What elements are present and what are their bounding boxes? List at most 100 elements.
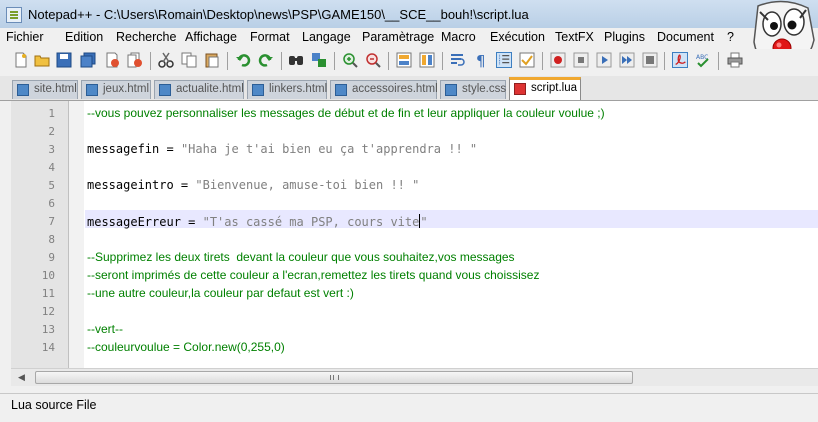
line-number: 2 bbox=[48, 125, 55, 138]
close-all-icon[interactable] bbox=[127, 52, 143, 68]
code-line-messageerreur: messageErreur = "T'as cassé ma PSP, cour… bbox=[87, 214, 428, 229]
save-icon[interactable] bbox=[56, 52, 72, 68]
toolbar-separator bbox=[718, 52, 719, 70]
code-line-messageintro: messageintro = "Bienvenue, amuse-toi bie… bbox=[87, 178, 420, 192]
toolbar-separator bbox=[542, 52, 543, 70]
code-line-comment: --seront imprimés de cette couleur a l'e… bbox=[87, 268, 540, 282]
line-number: 9 bbox=[48, 251, 55, 264]
line-number: 1 bbox=[48, 107, 55, 120]
menu-plugins[interactable]: Plugins bbox=[604, 30, 645, 44]
toolbar-separator bbox=[388, 52, 389, 70]
pdf-icon[interactable] bbox=[672, 52, 688, 68]
menu-format[interactable]: Format bbox=[250, 30, 290, 44]
tab-actualite-html[interactable]: actualite.html bbox=[154, 80, 244, 99]
title-bar: Notepad++ - C:\Users\Romain\Desktop\news… bbox=[0, 0, 818, 28]
line-number: 7 bbox=[48, 215, 55, 228]
toolbar-separator bbox=[442, 52, 443, 70]
menu-help[interactable]: ? bbox=[727, 30, 734, 44]
print-now-icon[interactable] bbox=[727, 52, 743, 68]
fold-margin bbox=[69, 101, 84, 368]
toolbar-separator bbox=[281, 52, 282, 70]
undo-icon[interactable] bbox=[235, 52, 251, 68]
code-line-comment: --une autre couleur,la couleur par defau… bbox=[87, 286, 354, 300]
line-number: 6 bbox=[48, 197, 55, 210]
code-line-messagefin: messagefin = "Haha je t'ai bien eu ça t'… bbox=[87, 142, 478, 156]
menu-bar: Fichier Edition Recherche Affichage Form… bbox=[0, 28, 818, 48]
tab-site-html[interactable]: site.html bbox=[12, 80, 78, 99]
file-icon bbox=[252, 84, 264, 96]
line-number: 3 bbox=[48, 143, 55, 156]
run-macro-multiple-icon[interactable] bbox=[619, 52, 635, 68]
line-number: 8 bbox=[48, 233, 55, 246]
code-line-comment: --vert-- bbox=[87, 322, 123, 336]
file-type-label: Lua source File bbox=[11, 398, 97, 412]
file-icon bbox=[86, 84, 98, 96]
cut-icon[interactable] bbox=[158, 52, 174, 68]
toolbar-separator bbox=[334, 52, 335, 70]
file-icon bbox=[159, 84, 171, 96]
indent-guide-icon[interactable] bbox=[496, 52, 512, 68]
menu-affichage[interactable]: Affichage bbox=[185, 30, 237, 44]
new-file-icon[interactable] bbox=[13, 52, 29, 68]
menu-parametrage[interactable]: Paramètrage bbox=[362, 30, 434, 44]
toolbar-separator bbox=[227, 52, 228, 70]
tab-style-css[interactable]: style.css bbox=[440, 80, 506, 99]
copy-icon[interactable] bbox=[181, 52, 197, 68]
code-line-comment: --vous pouvez personnaliser les messages… bbox=[87, 106, 605, 120]
open-file-icon[interactable] bbox=[34, 52, 50, 68]
menu-recherche[interactable]: Recherche bbox=[116, 30, 176, 44]
line-number: 5 bbox=[48, 179, 55, 192]
code-line-comment: --couleurvoulue = Color.new(0,255,0) bbox=[87, 340, 285, 354]
file-icon bbox=[445, 84, 457, 96]
grip-icon bbox=[330, 375, 339, 380]
menu-textfx[interactable]: TextFX bbox=[555, 30, 594, 44]
horizontal-scrollbar[interactable]: ◀ bbox=[11, 368, 818, 386]
save-macro-icon[interactable] bbox=[642, 52, 658, 68]
line-number: 4 bbox=[48, 161, 55, 174]
line-number: 12 bbox=[41, 305, 55, 318]
tab-script-lua[interactable]: script.lua bbox=[509, 77, 581, 100]
menu-edition[interactable]: Edition bbox=[65, 30, 103, 44]
svg-text:¶: ¶ bbox=[476, 52, 486, 68]
notepad-plus-plus-icon[interactable] bbox=[6, 7, 22, 23]
zoom-out-icon[interactable] bbox=[365, 52, 381, 68]
file-icon bbox=[17, 84, 29, 96]
spellcheck-icon[interactable]: ABC bbox=[695, 52, 711, 68]
show-all-chars-icon[interactable]: ¶ bbox=[473, 52, 489, 68]
sync-v-icon[interactable] bbox=[396, 52, 412, 68]
redo-icon[interactable] bbox=[258, 52, 274, 68]
find-icon[interactable] bbox=[288, 52, 304, 68]
tab-linkers-html[interactable]: linkers.html bbox=[247, 80, 327, 99]
menu-fichier[interactable]: Fichier bbox=[6, 30, 44, 44]
user-lang-icon[interactable] bbox=[519, 52, 535, 68]
menu-document[interactable]: Document bbox=[657, 30, 714, 44]
paste-icon[interactable] bbox=[204, 52, 220, 68]
word-wrap-icon[interactable] bbox=[450, 52, 466, 68]
line-number: 11 bbox=[41, 287, 55, 300]
line-number: 14 bbox=[41, 341, 55, 354]
line-number: 10 bbox=[41, 269, 55, 282]
tab-bar: site.html jeux.html actualite.html linke… bbox=[0, 76, 818, 101]
tab-jeux-html[interactable]: jeux.html bbox=[81, 80, 151, 99]
code-editor[interactable]: 1 2 3 4 5 6 7 8 9 10 11 12 13 14 --vous … bbox=[11, 101, 818, 368]
play-macro-icon[interactable] bbox=[596, 52, 612, 68]
save-all-icon[interactable] bbox=[80, 52, 96, 68]
replace-icon[interactable] bbox=[311, 52, 327, 68]
stop-macro-icon[interactable] bbox=[573, 52, 589, 68]
menu-macro[interactable]: Macro bbox=[441, 30, 476, 44]
menu-execution[interactable]: Exécution bbox=[490, 30, 545, 44]
unsaved-file-icon bbox=[514, 83, 526, 95]
file-icon bbox=[335, 84, 347, 96]
sync-h-icon[interactable] bbox=[419, 52, 435, 68]
tab-accessoires-html[interactable]: accessoires.html bbox=[330, 80, 438, 99]
toolbar: ¶ ABC bbox=[0, 49, 818, 73]
close-icon[interactable] bbox=[104, 52, 120, 68]
window-title: Notepad++ - C:\Users\Romain\Desktop\news… bbox=[28, 7, 529, 22]
scroll-left-arrow-icon[interactable]: ◀ bbox=[14, 370, 29, 385]
scrollbar-thumb[interactable] bbox=[35, 371, 633, 384]
toolbar-separator bbox=[150, 52, 151, 70]
status-bar: Lua source File bbox=[0, 393, 818, 422]
zoom-in-icon[interactable] bbox=[342, 52, 358, 68]
record-macro-icon[interactable] bbox=[550, 52, 566, 68]
menu-langage[interactable]: Langage bbox=[302, 30, 351, 44]
